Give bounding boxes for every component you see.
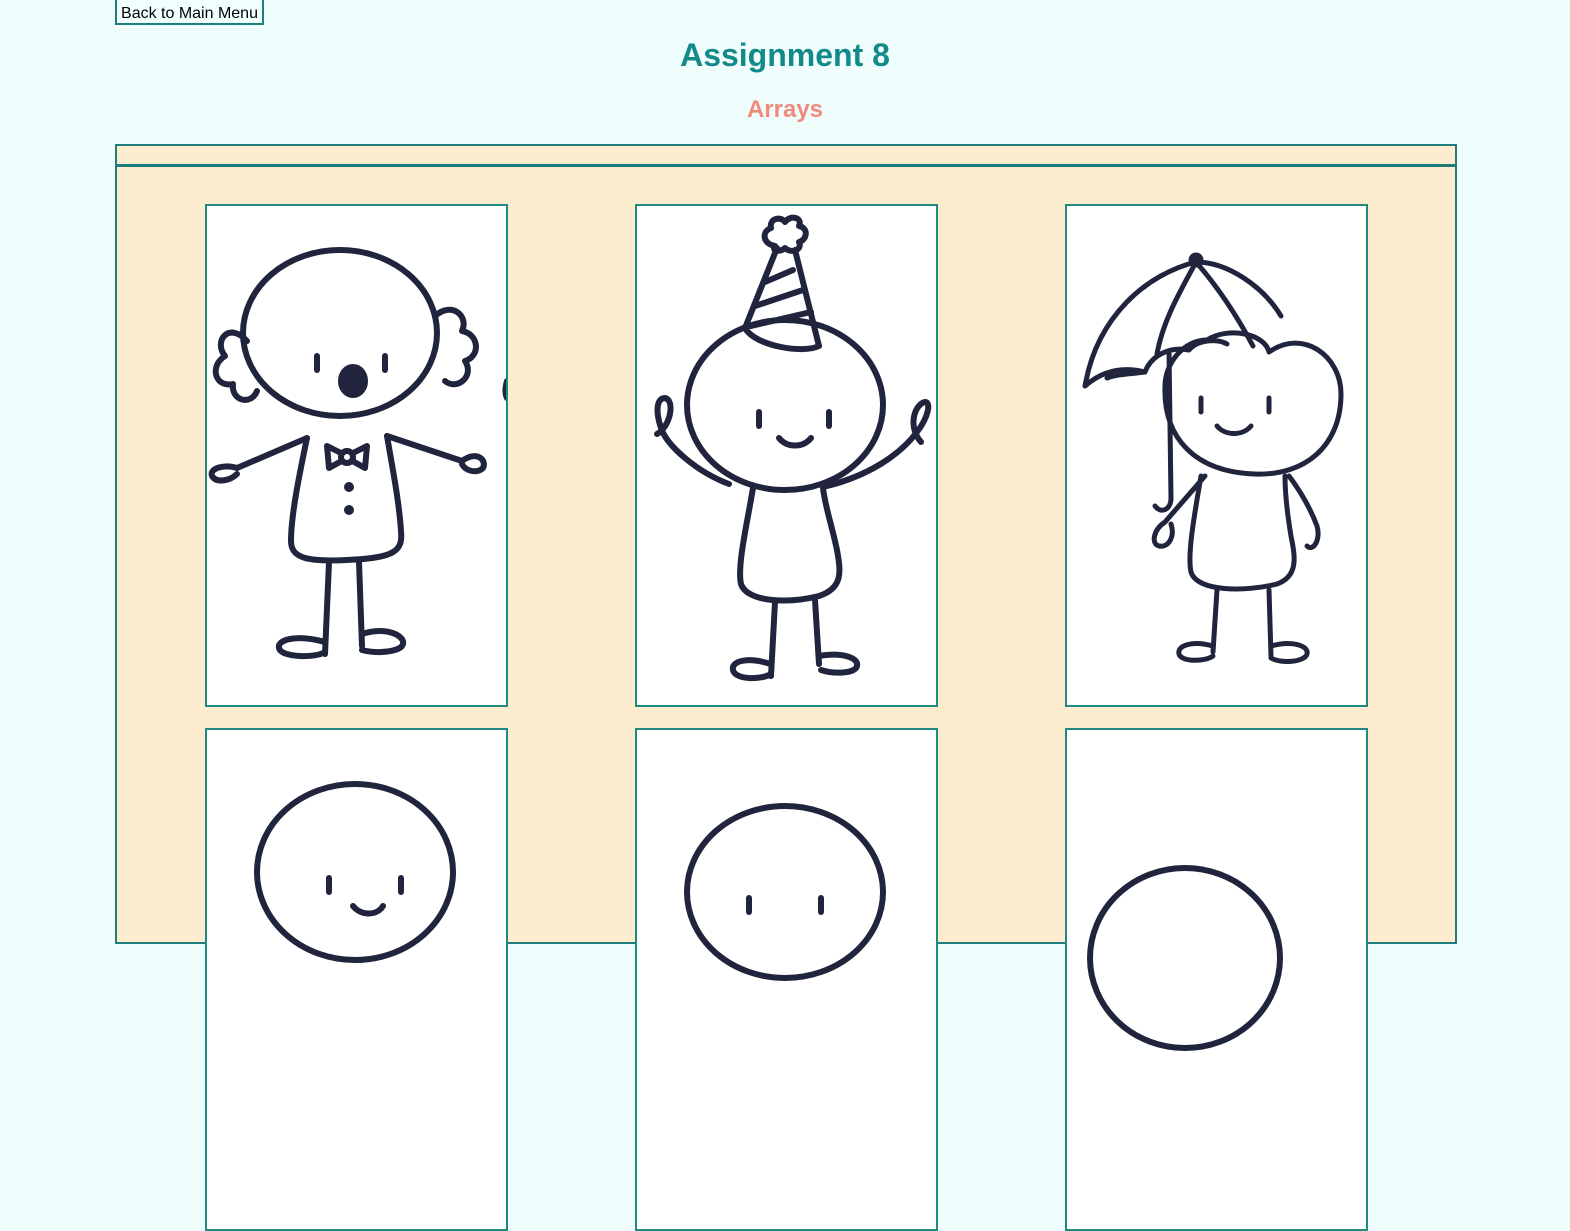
back-to-main-menu-button[interactable]: Back to Main Menu	[115, 0, 264, 25]
page-title: Assignment 8	[680, 37, 890, 73]
gallery-card-umbrella[interactable]	[1065, 204, 1368, 707]
umbrella-figure-image	[1082, 252, 1344, 664]
smiling-figure-1-image	[254, 781, 456, 963]
round-head-figure-image	[1087, 865, 1283, 1051]
smiling-figure-2-image	[684, 803, 886, 981]
gallery-header-bar	[117, 146, 1455, 167]
party-hat-figure-image	[654, 214, 932, 682]
gallery-card-round-head[interactable]	[1065, 728, 1368, 1231]
gallery-card-party-hat[interactable]	[635, 204, 938, 707]
gallery-card-smiling-1[interactable]	[205, 728, 508, 1231]
gallery-card-smiling-2[interactable]	[635, 728, 938, 1231]
gallery-panel	[115, 144, 1457, 1231]
clown-figure-image	[208, 247, 506, 660]
gallery-card-clown[interactable]	[205, 204, 508, 707]
page-subtitle: Arrays	[746, 96, 824, 123]
